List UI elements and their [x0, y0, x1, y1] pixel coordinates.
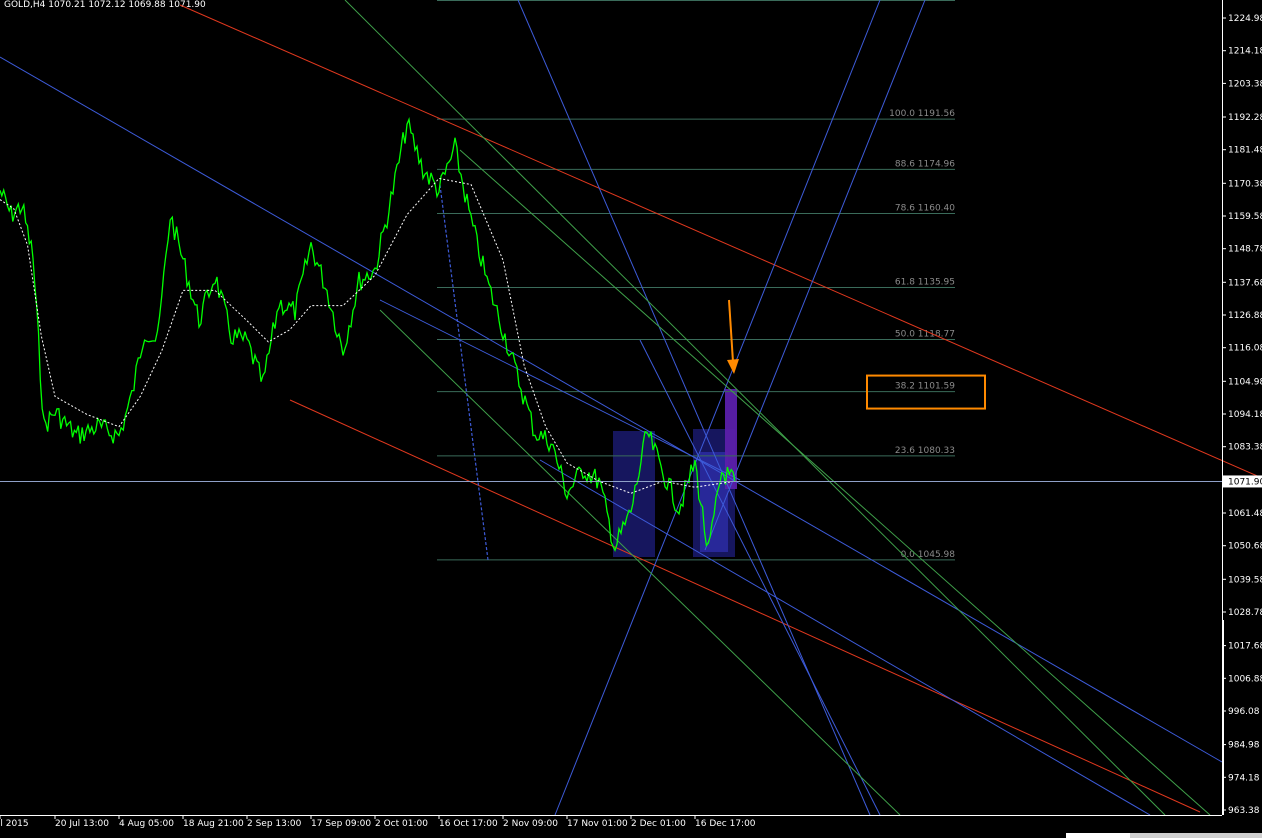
x-tick-label: Jul 2015	[0, 819, 29, 829]
y-tick-label: 996.08	[1228, 707, 1260, 717]
red-channel-lower	[289, 399, 1201, 813]
y-tick-label: 984.98	[1228, 741, 1260, 751]
y-tick-label: 1028.78	[1228, 608, 1262, 618]
blue-channel-upper	[0, 56, 1223, 763]
y-tick-label: 1181.48	[1228, 146, 1262, 156]
y-tick-label: 1039.58	[1228, 575, 1262, 585]
x-tick-label: 17 Nov 01:00	[567, 819, 628, 829]
red-channel-upper	[179, 4, 1262, 479]
x-tick-label: 2 Sep 13:00	[247, 819, 302, 829]
y-tick-label: 1214.18	[1228, 47, 1262, 57]
y-tick-label: 1116.08	[1228, 344, 1262, 354]
y-tick-label: 1126.88	[1228, 311, 1262, 321]
fib-level-label: 88.6 1174.96	[895, 159, 955, 169]
y-tick-label: 974.18	[1228, 773, 1260, 783]
y-tick-label: 1224.98	[1228, 14, 1262, 24]
highlight-arrow-head	[727, 359, 739, 374]
y-tick-label: 1061.48	[1228, 509, 1262, 519]
x-tick-label: 2 Dec 01:00	[631, 819, 686, 829]
y-tick-label: 1159.58	[1228, 212, 1262, 222]
y-tick-label: 1137.68	[1228, 278, 1262, 288]
blue-dashed-line	[439, 184, 489, 561]
y-tick-label: 1192.28	[1228, 113, 1262, 123]
x-tick-label: 18 Aug 21:00	[183, 819, 244, 829]
fib-level-label: 100.0 1191.56	[889, 109, 955, 119]
price-chart[interactable]: 100.0 1191.56 88.6 1174.96 78.6 1160.40 61.…	[0, 0, 1262, 838]
x-tick-label: 16 Dec 17:00	[695, 819, 756, 829]
highlight-arrow-shaft	[728, 299, 734, 363]
y-tick-label: 1083.38	[1228, 443, 1262, 453]
x-tick-label: 17 Sep 09:00	[311, 819, 371, 829]
y-tick-label: 1170.38	[1228, 179, 1262, 189]
x-tick-label: 4 Aug 05:00	[119, 819, 174, 829]
y-tick-label: 1017.68	[1228, 642, 1262, 652]
x-tick-label: 16 Oct 17:00	[439, 819, 498, 829]
blue-fan-1	[517, 0, 871, 816]
green-line-1	[344, 0, 1166, 816]
x-tick-label: 2 Nov 09:00	[503, 819, 558, 829]
blue-fan-3	[554, 0, 881, 816]
green-line-2	[379, 309, 901, 816]
y-tick-label: 1203.38	[1228, 79, 1262, 89]
y-tick-label: 1094.18	[1228, 410, 1262, 420]
y-tick-label: 963.38	[1228, 806, 1260, 816]
current-price-tag-label: 1071.90	[1228, 477, 1262, 487]
y-tick-label: 1006.88	[1228, 674, 1262, 684]
fib-level-label: 38.2 1101.59	[895, 382, 955, 392]
green-line-3	[459, 149, 1211, 816]
fib-level-label: 23.6 1080.33	[895, 446, 955, 456]
y-tick-label: 1050.68	[1228, 542, 1262, 552]
axis-scroll-marker	[1222, 620, 1224, 815]
y-tick-label: 1148.78	[1228, 245, 1262, 255]
scroll-thumb	[1130, 833, 1262, 838]
x-tick-label: 2 Oct 01:00	[375, 819, 428, 829]
fib-level-label: 78.6 1160.40	[895, 204, 955, 214]
x-tick-label: 20 Jul 13:00	[55, 819, 109, 829]
y-tick-label: 1104.98	[1228, 377, 1262, 387]
fib-level-label: 61.8 1135.95	[895, 278, 955, 288]
fib-level-label: 0.0 1045.98	[901, 550, 956, 560]
